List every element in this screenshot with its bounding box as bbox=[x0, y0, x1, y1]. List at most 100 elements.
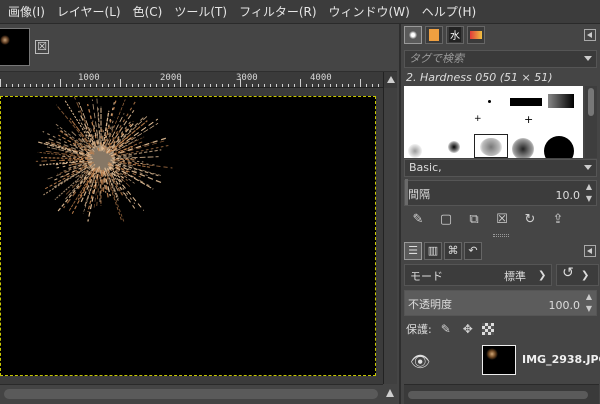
tab-patterns[interactable] bbox=[425, 26, 443, 44]
ruler-tick bbox=[24, 84, 25, 87]
lock-pixels-icon[interactable]: ✎ bbox=[438, 321, 454, 337]
ruler-tick bbox=[234, 84, 235, 87]
mode-label: モード bbox=[410, 270, 443, 283]
tab-brushes[interactable] bbox=[404, 26, 422, 44]
horizontal-scrollbar[interactable] bbox=[0, 384, 383, 404]
dock-splitter-handle[interactable] bbox=[493, 234, 509, 237]
firework-streak bbox=[111, 155, 134, 159]
brush-plus-large[interactable]: + bbox=[524, 114, 533, 125]
gradient-icon bbox=[470, 31, 482, 39]
menu-filters[interactable]: フィルター(R) bbox=[233, 3, 322, 20]
tab-channels[interactable]: ▥ bbox=[424, 242, 442, 260]
menu-windows[interactable]: ウィンドウ(W) bbox=[323, 3, 416, 20]
visibility-eye-icon[interactable]: 👁 bbox=[410, 352, 430, 371]
ruler-tick bbox=[48, 84, 49, 87]
menubar: 画像(I) レイヤー(L) 色(C) ツール(T) フィルター(R) ウィンドウ… bbox=[0, 0, 600, 24]
refresh-brushes-icon[interactable]: ↻ bbox=[522, 212, 538, 228]
horizontal-ruler[interactable]: 1000 2000 3000 4000 bbox=[0, 72, 383, 88]
menu-help[interactable]: ヘルプ(H) bbox=[416, 3, 482, 20]
ruler-tick bbox=[366, 84, 367, 87]
ruler-tick bbox=[246, 84, 247, 87]
menu-layer[interactable]: レイヤー(L) bbox=[51, 3, 127, 20]
brush-actions-bar: ✎ ▢ ⧉ ☒ ↻ ⇪ bbox=[406, 210, 599, 230]
chevron-down-icon[interactable] bbox=[584, 165, 592, 170]
brush-block-gradient[interactable] bbox=[548, 94, 574, 108]
image-canvas[interactable] bbox=[0, 96, 376, 376]
layer-thumbnail-firework bbox=[486, 348, 498, 360]
edit-brush-icon[interactable]: ✎ bbox=[410, 212, 426, 228]
layer-thumbnail[interactable] bbox=[482, 345, 516, 375]
layer-row[interactable]: 👁 IMG_2938.JPG bbox=[404, 342, 600, 380]
layers-icon: ☰ bbox=[408, 244, 418, 257]
ruler-label: 2000 bbox=[160, 73, 182, 83]
firework-streak bbox=[115, 156, 159, 159]
brush-soft-small[interactable] bbox=[448, 141, 460, 153]
dock-menu-button[interactable] bbox=[584, 29, 596, 41]
brush-grid-scroll-thumb[interactable] bbox=[588, 88, 594, 116]
lock-position-icon[interactable]: ✥ bbox=[460, 321, 476, 337]
layers-scrollbar-thumb[interactable] bbox=[408, 391, 588, 399]
tab-layers[interactable]: ☰ bbox=[404, 242, 422, 260]
ruler-tick bbox=[72, 84, 73, 87]
brush-dock-tabs: 水 bbox=[401, 24, 600, 46]
navigate-icon bbox=[387, 76, 395, 83]
layers-scrollbar[interactable] bbox=[404, 384, 599, 404]
ruler-tick bbox=[54, 84, 55, 87]
opacity-decrement-icon[interactable]: ▼ bbox=[584, 304, 594, 314]
lock-alpha-icon[interactable] bbox=[481, 323, 494, 335]
brush-plus[interactable]: + bbox=[474, 115, 482, 124]
zoom-corner-button[interactable] bbox=[383, 384, 397, 404]
duplicate-brush-icon[interactable]: ⧉ bbox=[466, 212, 482, 228]
tag-search-input[interactable]: タグで検索 bbox=[404, 50, 597, 68]
brush-soft-medium[interactable] bbox=[512, 138, 534, 158]
ruler-tick bbox=[90, 84, 91, 87]
firework-streak bbox=[118, 149, 162, 157]
delete-brush-icon[interactable]: ☒ bbox=[494, 212, 510, 228]
ruler-tick bbox=[276, 84, 277, 87]
layers-dock-menu-button[interactable] bbox=[584, 245, 596, 257]
tab-gradients[interactable] bbox=[467, 26, 485, 44]
canvas-area[interactable] bbox=[0, 88, 383, 384]
brush-fuzzy[interactable] bbox=[408, 144, 422, 158]
vertical-scrollbar[interactable] bbox=[383, 88, 397, 384]
ruler-tick bbox=[168, 84, 169, 87]
ruler-tick bbox=[318, 84, 319, 87]
close-image-tab-icon[interactable]: ☒ bbox=[35, 40, 49, 54]
ruler-tick bbox=[66, 84, 67, 87]
brush-spacing-slider[interactable]: 間隔 10.0 ▲ ▼ bbox=[404, 179, 597, 206]
opacity-increment-icon[interactable]: ▲ bbox=[584, 292, 594, 302]
new-brush-icon[interactable]: ▢ bbox=[438, 212, 454, 228]
chevron-down-icon[interactable] bbox=[584, 56, 592, 61]
tab-fonts[interactable]: 水 bbox=[446, 26, 464, 44]
tab-paths[interactable]: ⌘ bbox=[444, 242, 462, 260]
opacity-label: 不透明度 bbox=[408, 298, 452, 311]
open-brush-icon[interactable]: ⇪ bbox=[550, 212, 566, 228]
menu-tools[interactable]: ツール(T) bbox=[168, 3, 233, 20]
brush-block-horizontal[interactable] bbox=[510, 98, 542, 106]
brush-dot[interactable] bbox=[488, 100, 491, 103]
image-tab-thumbnail[interactable] bbox=[0, 28, 30, 66]
ruler-tick bbox=[336, 84, 337, 87]
brush-grid[interactable]: + + bbox=[404, 86, 583, 158]
navigate-button[interactable] bbox=[383, 72, 397, 88]
tab-undo-history[interactable]: ↶ bbox=[464, 242, 482, 260]
brush-hard-large[interactable] bbox=[544, 136, 574, 158]
spacing-increment-icon[interactable]: ▲ bbox=[584, 182, 594, 192]
ruler-tick bbox=[324, 84, 325, 87]
opacity-slider[interactable]: 不透明度 100.0 ▲ ▼ bbox=[404, 290, 597, 316]
brush-grid-scrollbar[interactable] bbox=[585, 86, 597, 158]
firework-thumbnail-icon bbox=[0, 35, 10, 45]
brush-preset-combo[interactable]: Basic, bbox=[404, 159, 597, 177]
menu-image[interactable]: 画像(I) bbox=[2, 3, 51, 20]
tag-search-placeholder: タグで検索 bbox=[409, 52, 464, 65]
menu-colors[interactable]: 色(C) bbox=[127, 3, 169, 20]
opacity-value: 100.0 bbox=[548, 299, 581, 312]
horizontal-scrollbar-thumb[interactable] bbox=[4, 389, 378, 399]
spacing-decrement-icon[interactable]: ▼ bbox=[584, 194, 594, 204]
reset-mode-icon[interactable]: ↺ bbox=[559, 265, 577, 285]
chevron-down-icon[interactable]: ❯ bbox=[538, 270, 550, 282]
chevron-down-icon[interactable]: ❯ bbox=[581, 270, 593, 282]
ruler-tick bbox=[354, 84, 355, 87]
ruler-tick bbox=[282, 84, 283, 87]
layer-name[interactable]: IMG_2938.JPG bbox=[522, 353, 600, 366]
